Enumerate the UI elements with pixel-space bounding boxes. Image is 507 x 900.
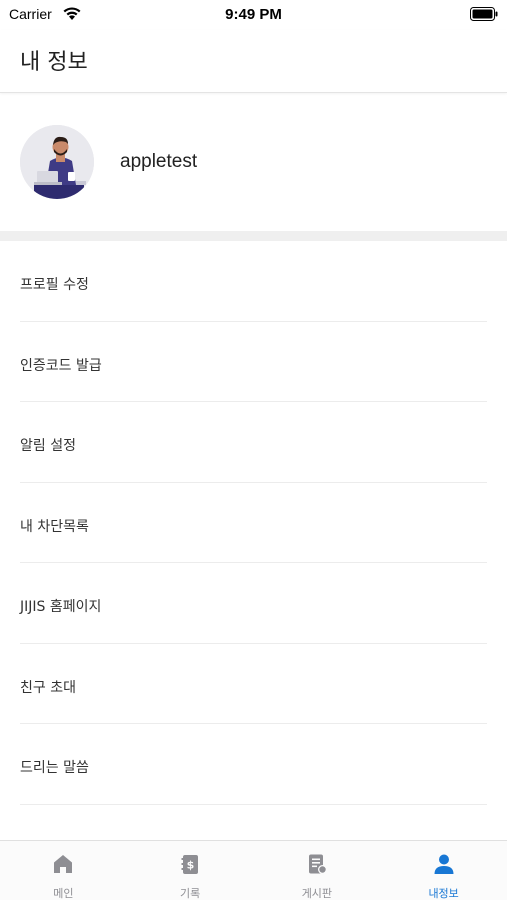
clock: 9:49 PM xyxy=(225,6,282,23)
avatar[interactable] xyxy=(20,125,94,199)
menu-item-invite-friend[interactable]: 친구 초대 xyxy=(0,644,507,725)
section-divider xyxy=(0,231,507,241)
board-icon xyxy=(308,854,327,874)
menu-item-label: 알림 설정 xyxy=(20,438,76,454)
tab-board[interactable]: 게시판 xyxy=(254,841,381,900)
settings-menu: 프로필 수정 인증코드 발급 알림 설정 내 차단목록 JIJIS 홈페이지 친… xyxy=(0,241,507,805)
tab-label: 메인 xyxy=(53,887,74,900)
menu-item-homepage[interactable]: JIJIS 홈페이지 xyxy=(0,563,507,644)
menu-item-label: 드리는 말씀 xyxy=(20,760,89,776)
tab-label: 기록 xyxy=(180,887,201,900)
username: appletest xyxy=(120,151,198,172)
menu-item-label: 인증코드 발급 xyxy=(20,357,102,374)
tab-record[interactable]: $ 기록 xyxy=(127,841,254,900)
record-icon: $ xyxy=(181,855,199,874)
svg-text:$: $ xyxy=(187,859,195,872)
tab-bar: 메인 $ 기록 게시판 내정보 xyxy=(0,840,507,900)
menu-item-notification-settings[interactable]: 알림 설정 xyxy=(0,402,507,483)
status-bar: Carrier 9:49 PM xyxy=(0,0,507,30)
menu-item-issue-auth-code[interactable]: 인증코드 발급 xyxy=(0,322,507,403)
menu-item-label: JIJIS 홈페이지 xyxy=(20,599,102,615)
page-title: 내 정보 xyxy=(20,50,88,75)
menu-item-block-list[interactable]: 내 차단목록 xyxy=(0,483,507,564)
battery-icon xyxy=(470,7,498,21)
menu-item-label: 프로필 수정 xyxy=(20,277,89,293)
menu-item-label: 친구 초대 xyxy=(20,679,76,696)
profile-section[interactable]: appletest xyxy=(0,94,507,231)
tab-label: 게시판 xyxy=(301,887,333,900)
menu-item-edit-profile[interactable]: 프로필 수정 xyxy=(0,241,507,322)
menu-item-label: 내 차단목록 xyxy=(20,518,89,535)
person-icon xyxy=(434,854,454,874)
menu-item-notice[interactable]: 드리는 말씀 xyxy=(0,724,507,805)
user-avatar-illustration xyxy=(20,125,94,199)
tab-label: 내정보 xyxy=(428,887,459,900)
tab-main[interactable]: 메인 xyxy=(0,841,127,900)
nav-header: 내 정보 xyxy=(0,30,507,93)
tab-my-info[interactable]: 내정보 xyxy=(380,841,507,900)
home-icon xyxy=(54,855,73,873)
